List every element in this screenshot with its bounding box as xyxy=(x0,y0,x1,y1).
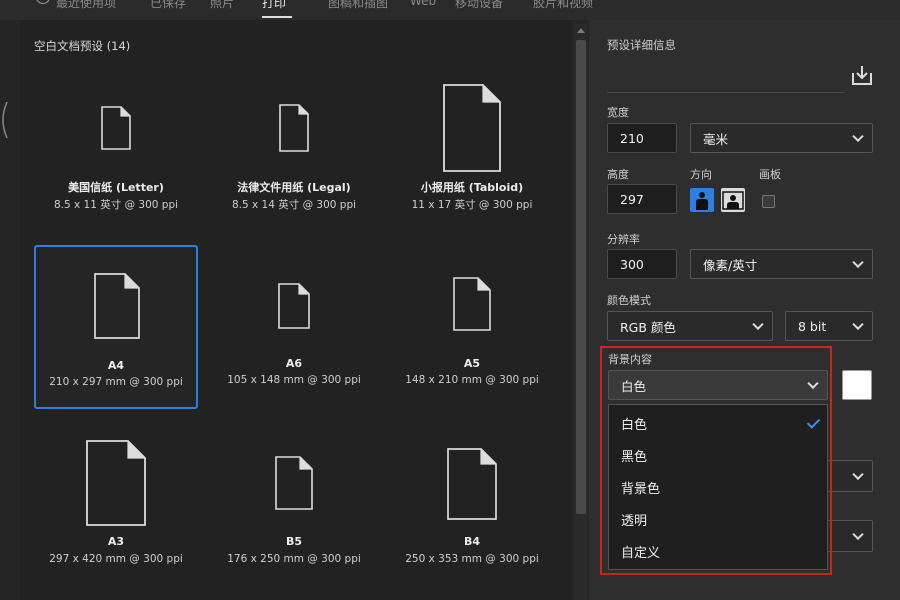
save-preset-icon[interactable] xyxy=(850,63,874,87)
tab-web[interactable]: Web xyxy=(410,0,436,8)
width-input[interactable]: 210 xyxy=(607,123,677,153)
preset-name: A6 xyxy=(285,357,303,370)
artboard-checkbox[interactable] xyxy=(762,195,775,208)
preset-a4[interactable]: A4 210 x 297 mm @ 300 ppi xyxy=(34,245,198,409)
chevron-down-icon xyxy=(752,318,764,331)
width-label: 宽度 xyxy=(607,106,629,119)
document-icon xyxy=(275,456,313,510)
chevron-down-icon xyxy=(852,130,864,143)
portrait-button[interactable] xyxy=(690,188,714,212)
bit-depth-select[interactable]: 8 bit xyxy=(785,311,873,341)
preset-size: 148 x 210 mm @ 300 ppi xyxy=(405,374,539,386)
document-icon xyxy=(278,283,310,329)
document-icon xyxy=(94,273,140,339)
color-mode-select[interactable]: RGB 颜色 xyxy=(607,311,773,341)
active-tab-indicator xyxy=(262,16,292,18)
preset-size: 210 x 297 mm @ 300 ppi xyxy=(49,376,183,388)
height-label: 高度 xyxy=(607,168,629,181)
section-title: 空白文档预设 (14) xyxy=(34,39,131,53)
clock-icon xyxy=(36,0,50,4)
preset-name: 小报用纸 (Tabloid) xyxy=(420,181,524,194)
tab-mobile[interactable]: 移动设备 xyxy=(455,0,503,11)
preset-name: 美国信纸 (Letter) xyxy=(68,181,164,194)
preset-legal[interactable]: 法律文件用纸 (Legal) 8.5 x 14 英寸 @ 300 ppi xyxy=(212,70,376,234)
preset-letter[interactable]: 美国信纸 (Letter) 8.5 x 11 英寸 @ 300 ppi xyxy=(34,70,198,234)
preset-size: 250 x 353 mm @ 300 ppi xyxy=(405,553,539,565)
chevron-down-icon xyxy=(852,468,864,481)
tab-art-illustration[interactable]: 图稿和插图 xyxy=(328,0,388,11)
preset-name: 法律文件用纸 (Legal) xyxy=(237,181,351,194)
chevron-down-icon xyxy=(852,528,864,541)
bit-depth-value: 8 bit xyxy=(798,318,827,334)
preset-size: 176 x 250 mm @ 300 ppi xyxy=(227,553,361,565)
resolution-unit-select[interactable]: 像素/英寸 xyxy=(690,249,873,279)
preset-name: A4 xyxy=(107,359,125,372)
tab-print[interactable]: 打印 xyxy=(262,0,286,11)
preset-size: 8.5 x 11 英寸 @ 300 ppi xyxy=(53,199,179,211)
highlight-annotation xyxy=(600,346,832,575)
scrollbar-thumb[interactable] xyxy=(576,40,586,514)
background-color-swatch[interactable] xyxy=(842,370,872,400)
resolution-input[interactable]: 300 xyxy=(607,249,677,279)
chevron-down-icon xyxy=(852,318,864,331)
orientation-label: 方向 xyxy=(690,168,712,181)
details-title: 预设详细信息 xyxy=(607,38,676,52)
preset-name: A3 xyxy=(107,535,125,548)
tab-recent[interactable]: 最近使用项 xyxy=(56,0,116,11)
preset-size: 297 x 420 mm @ 300 ppi xyxy=(49,553,183,565)
preset-scrollbar[interactable] xyxy=(574,24,588,600)
tab-film-video[interactable]: 胶片和视频 xyxy=(533,0,593,11)
artboard-label: 画板 xyxy=(759,168,781,181)
width-unit-value: 毫米 xyxy=(703,131,729,147)
left-edge-arc xyxy=(2,101,8,139)
preset-a5[interactable]: A5 148 x 210 mm @ 300 ppi xyxy=(390,245,554,409)
preset-size: 8.5 x 14 英寸 @ 300 ppi xyxy=(231,199,357,211)
preset-b4[interactable]: B4 250 x 353 mm @ 300 ppi xyxy=(390,422,554,586)
document-icon xyxy=(453,277,491,331)
preset-name: A5 xyxy=(463,357,481,370)
preset-a3[interactable]: A3 297 x 420 mm @ 300 ppi xyxy=(34,422,198,586)
scroll-up-icon[interactable] xyxy=(577,28,585,33)
preset-tabloid[interactable]: 小报用纸 (Tabloid) 11 x 17 英寸 @ 300 ppi xyxy=(390,70,554,234)
preset-a6[interactable]: A6 105 x 148 mm @ 300 ppi xyxy=(212,245,376,409)
chevron-down-icon xyxy=(852,256,864,269)
document-icon xyxy=(279,104,309,152)
divider xyxy=(607,92,845,93)
document-icon xyxy=(443,84,501,172)
preset-size: 105 x 148 mm @ 300 ppi xyxy=(227,374,361,386)
height-input[interactable]: 297 xyxy=(607,184,677,214)
preset-name: B5 xyxy=(285,535,303,548)
document-icon xyxy=(447,448,497,520)
color-mode-value: RGB 颜色 xyxy=(620,319,676,335)
color-mode-label: 颜色模式 xyxy=(607,294,651,307)
resolution-label: 分辨率 xyxy=(607,233,640,246)
landscape-icon xyxy=(722,191,744,210)
preset-size: 11 x 17 英寸 @ 300 ppi xyxy=(411,199,533,211)
portrait-icon xyxy=(696,192,708,210)
width-unit-select[interactable]: 毫米 xyxy=(690,123,873,153)
resolution-unit-value: 像素/英寸 xyxy=(703,257,758,273)
top-tab-strip: 最近使用项 已保存 照片 打印 图稿和插图 Web 移动设备 胶片和视频 xyxy=(0,0,900,20)
document-icon xyxy=(101,106,131,150)
preset-b5[interactable]: B5 176 x 250 mm @ 300 ppi xyxy=(212,422,376,586)
preset-name: B4 xyxy=(463,535,481,548)
tab-photo[interactable]: 照片 xyxy=(210,0,234,11)
landscape-button[interactable] xyxy=(721,188,745,212)
tab-saved[interactable]: 已保存 xyxy=(150,0,186,11)
document-icon xyxy=(86,440,146,526)
